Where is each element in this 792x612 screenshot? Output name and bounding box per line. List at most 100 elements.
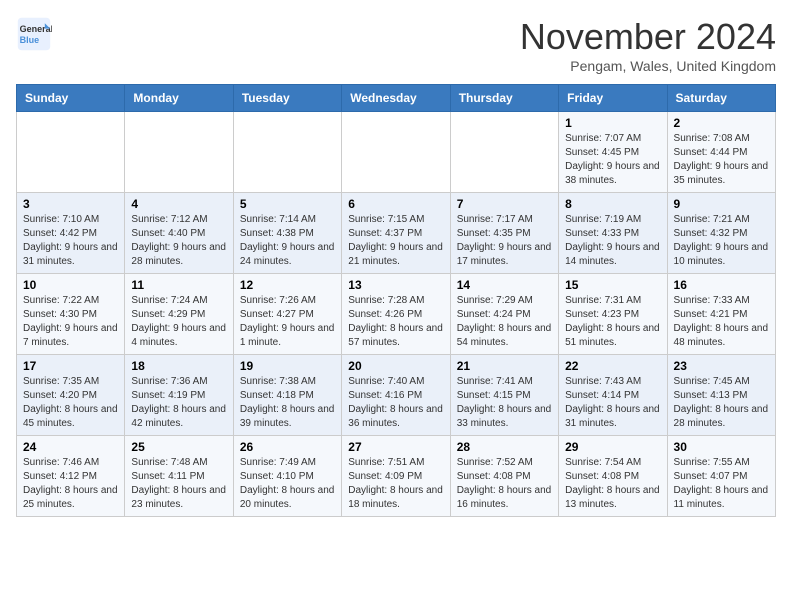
calendar-cell: 6 Sunrise: 7:15 AMSunset: 4:37 PMDaylight… xyxy=(342,193,450,274)
logo: General Blue xyxy=(16,16,52,52)
day-number: 28 xyxy=(457,440,552,454)
day-number: 7 xyxy=(457,197,552,211)
day-info: Sunrise: 7:35 AMSunset: 4:20 PMDaylight:… xyxy=(23,375,118,431)
calendar-cell: 12Sunrise: 7:26 AMSunset: 4:27 PMDayligh… xyxy=(233,274,341,355)
day-number: 14 xyxy=(457,278,552,292)
day-number: 8 xyxy=(565,197,660,211)
day-number: 27 xyxy=(348,440,443,454)
day-number: 1 xyxy=(565,116,660,130)
calendar-cell: 1 Sunrise: 7:07 AMSunset: 4:45 PMDaylight… xyxy=(559,112,667,193)
day-number: 22 xyxy=(565,359,660,373)
day-info: Sunrise: 7:43 AMSunset: 4:14 PMDaylight:… xyxy=(565,375,660,431)
day-number: 23 xyxy=(674,359,769,373)
day-info: Sunrise: 7:17 AMSunset: 4:35 PMDaylight:… xyxy=(457,213,552,269)
day-info: Sunrise: 7:54 AMSunset: 4:08 PMDaylight:… xyxy=(565,456,660,512)
day-info: Sunrise: 7:48 AMSunset: 4:11 PMDaylight:… xyxy=(131,456,226,512)
day-info: Sunrise: 7:24 AMSunset: 4:29 PMDaylight:… xyxy=(131,294,226,350)
calendar-cell: 18 Sunrise: 7:36 AMSunset: 4:19 PMDayligh… xyxy=(125,355,233,436)
calendar-cell: 28Sunrise: 7:52 AMSunset: 4:08 PMDayligh… xyxy=(450,436,558,517)
calendar-cell xyxy=(125,112,233,193)
day-info: Sunrise: 7:10 AMSunset: 4:42 PMDaylight:… xyxy=(23,213,118,269)
day-info: Sunrise: 7:22 AMSunset: 4:30 PMDaylight:… xyxy=(23,294,118,350)
day-number: 18 xyxy=(131,359,226,373)
day-number: 29 xyxy=(565,440,660,454)
weekday-header-thursday: Thursday xyxy=(450,85,558,112)
day-info: Sunrise: 7:46 AMSunset: 4:12 PMDaylight:… xyxy=(23,456,118,512)
title-area: November 2024 Pengam, Wales, United King… xyxy=(520,16,776,74)
calendar-cell: 7 Sunrise: 7:17 AMSunset: 4:35 PMDaylight… xyxy=(450,193,558,274)
day-number: 17 xyxy=(23,359,118,373)
weekday-header-friday: Friday xyxy=(559,85,667,112)
day-info: Sunrise: 7:14 AMSunset: 4:38 PMDaylight:… xyxy=(240,213,335,269)
day-info: Sunrise: 7:07 AMSunset: 4:45 PMDaylight:… xyxy=(565,132,660,188)
day-info: Sunrise: 7:36 AMSunset: 4:19 PMDaylight:… xyxy=(131,375,226,431)
day-number: 9 xyxy=(674,197,769,211)
header: General Blue November 2024 Pengam, Wales… xyxy=(16,16,776,74)
day-number: 30 xyxy=(674,440,769,454)
calendar-cell: 24Sunrise: 7:46 AMSunset: 4:12 PMDayligh… xyxy=(17,436,125,517)
day-info: Sunrise: 7:28 AMSunset: 4:26 PMDaylight:… xyxy=(348,294,443,350)
day-number: 16 xyxy=(674,278,769,292)
day-number: 6 xyxy=(348,197,443,211)
calendar-cell: 4 Sunrise: 7:12 AMSunset: 4:40 PMDaylight… xyxy=(125,193,233,274)
month-title: November 2024 xyxy=(520,16,776,58)
calendar-cell xyxy=(17,112,125,193)
calendar-cell: 13Sunrise: 7:28 AMSunset: 4:26 PMDayligh… xyxy=(342,274,450,355)
weekday-header-row: SundayMondayTuesdayWednesdayThursdayFrid… xyxy=(17,85,776,112)
calendar-cell xyxy=(342,112,450,193)
calendar-cell: 8 Sunrise: 7:19 AMSunset: 4:33 PMDaylight… xyxy=(559,193,667,274)
week-row-3: 10 Sunrise: 7:22 AMSunset: 4:30 PMDayligh… xyxy=(17,274,776,355)
subtitle: Pengam, Wales, United Kingdom xyxy=(520,58,776,74)
calendar-cell: 23 Sunrise: 7:45 AMSunset: 4:13 PMDayligh… xyxy=(667,355,775,436)
day-number: 15 xyxy=(565,278,660,292)
calendar-cell: 19Sunrise: 7:38 AMSunset: 4:18 PMDayligh… xyxy=(233,355,341,436)
day-number: 26 xyxy=(240,440,335,454)
day-info: Sunrise: 7:55 AMSunset: 4:07 PMDaylight:… xyxy=(674,456,769,512)
calendar-cell: 25 Sunrise: 7:48 AMSunset: 4:11 PMDayligh… xyxy=(125,436,233,517)
calendar-cell: 30 Sunrise: 7:55 AMSunset: 4:07 PMDayligh… xyxy=(667,436,775,517)
day-number: 10 xyxy=(23,278,118,292)
calendar-cell: 15Sunrise: 7:31 AMSunset: 4:23 PMDayligh… xyxy=(559,274,667,355)
calendar-cell: 11Sunrise: 7:24 AMSunset: 4:29 PMDayligh… xyxy=(125,274,233,355)
day-info: Sunrise: 7:19 AMSunset: 4:33 PMDaylight:… xyxy=(565,213,660,269)
day-number: 25 xyxy=(131,440,226,454)
weekday-header-saturday: Saturday xyxy=(667,85,775,112)
week-row-4: 17 Sunrise: 7:35 AMSunset: 4:20 PMDayligh… xyxy=(17,355,776,436)
day-info: Sunrise: 7:15 AMSunset: 4:37 PMDaylight:… xyxy=(348,213,443,269)
week-row-2: 3 Sunrise: 7:10 AMSunset: 4:42 PMDaylight… xyxy=(17,193,776,274)
calendar-cell: 5 Sunrise: 7:14 AMSunset: 4:38 PMDaylight… xyxy=(233,193,341,274)
logo-icon: General Blue xyxy=(16,16,52,52)
day-number: 2 xyxy=(674,116,769,130)
day-info: Sunrise: 7:49 AMSunset: 4:10 PMDaylight:… xyxy=(240,456,335,512)
day-number: 5 xyxy=(240,197,335,211)
day-number: 19 xyxy=(240,359,335,373)
calendar-cell xyxy=(233,112,341,193)
calendar-cell: 21Sunrise: 7:41 AMSunset: 4:15 PMDayligh… xyxy=(450,355,558,436)
svg-text:Blue: Blue xyxy=(20,35,40,45)
day-info: Sunrise: 7:21 AMSunset: 4:32 PMDaylight:… xyxy=(674,213,769,269)
day-info: Sunrise: 7:45 AMSunset: 4:13 PMDaylight:… xyxy=(674,375,769,431)
calendar-cell xyxy=(450,112,558,193)
calendar-table: SundayMondayTuesdayWednesdayThursdayFrid… xyxy=(16,84,776,517)
day-number: 4 xyxy=(131,197,226,211)
week-row-5: 24Sunrise: 7:46 AMSunset: 4:12 PMDayligh… xyxy=(17,436,776,517)
day-info: Sunrise: 7:51 AMSunset: 4:09 PMDaylight:… xyxy=(348,456,443,512)
calendar-cell: 10 Sunrise: 7:22 AMSunset: 4:30 PMDayligh… xyxy=(17,274,125,355)
calendar-cell: 16Sunrise: 7:33 AMSunset: 4:21 PMDayligh… xyxy=(667,274,775,355)
day-info: Sunrise: 7:29 AMSunset: 4:24 PMDaylight:… xyxy=(457,294,552,350)
day-number: 20 xyxy=(348,359,443,373)
day-info: Sunrise: 7:12 AMSunset: 4:40 PMDaylight:… xyxy=(131,213,226,269)
calendar-cell: 17 Sunrise: 7:35 AMSunset: 4:20 PMDayligh… xyxy=(17,355,125,436)
day-number: 3 xyxy=(23,197,118,211)
calendar-cell: 29 Sunrise: 7:54 AMSunset: 4:08 PMDayligh… xyxy=(559,436,667,517)
calendar-cell: 3 Sunrise: 7:10 AMSunset: 4:42 PMDaylight… xyxy=(17,193,125,274)
day-info: Sunrise: 7:40 AMSunset: 4:16 PMDaylight:… xyxy=(348,375,443,431)
calendar-cell: 26 Sunrise: 7:49 AMSunset: 4:10 PMDayligh… xyxy=(233,436,341,517)
weekday-header-sunday: Sunday xyxy=(17,85,125,112)
calendar-cell: 27 Sunrise: 7:51 AMSunset: 4:09 PMDayligh… xyxy=(342,436,450,517)
weekday-header-tuesday: Tuesday xyxy=(233,85,341,112)
day-number: 21 xyxy=(457,359,552,373)
calendar-cell: 9 Sunrise: 7:21 AMSunset: 4:32 PMDaylight… xyxy=(667,193,775,274)
day-info: Sunrise: 7:26 AMSunset: 4:27 PMDaylight:… xyxy=(240,294,335,350)
calendar-cell: 20 Sunrise: 7:40 AMSunset: 4:16 PMDayligh… xyxy=(342,355,450,436)
